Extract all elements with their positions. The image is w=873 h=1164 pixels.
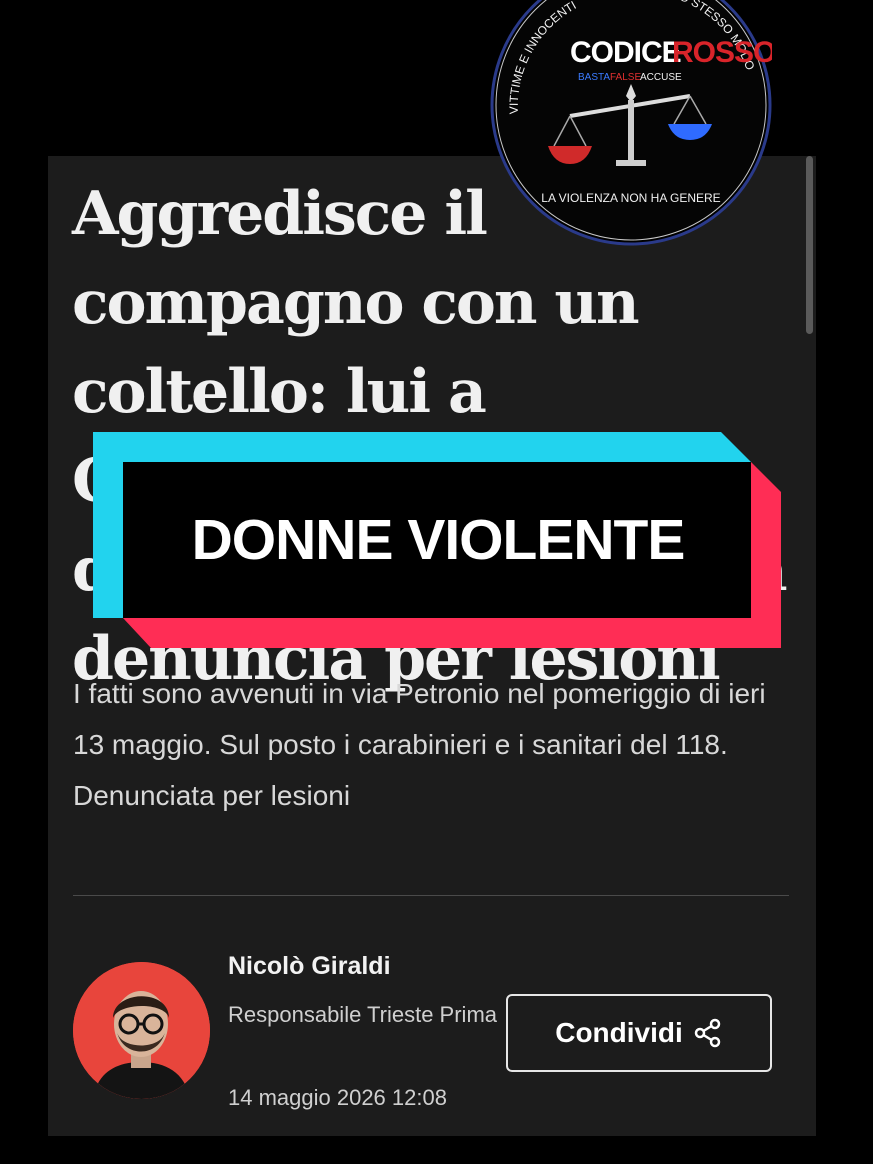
logo-motto: LA VIOLENZA NON HA GENERE (541, 191, 720, 205)
logo-title-white: CODICE (570, 36, 681, 69)
author-name[interactable]: Nicolò Giraldi (228, 952, 391, 981)
author-portrait-icon (73, 962, 210, 1099)
divider (73, 895, 789, 896)
share-button[interactable]: Condividi (506, 994, 772, 1072)
article-subtitle: I fatti sono avvenuti in via Petronio ne… (73, 678, 766, 811)
author-role: Responsabile Trieste Prima (228, 1002, 498, 1027)
codice-rosso-logo: VITTIME E INNOCENTI ALLO STESSO MODO COD… (490, 0, 777, 246)
logo-title-red: ROSSO (672, 36, 772, 69)
share-label: Condividi (555, 1017, 683, 1048)
scrollbar[interactable] (806, 156, 813, 334)
logo-tagline-red: FALSE (610, 72, 641, 83)
overlay-banner: DONNE VIOLENTE (93, 432, 781, 648)
publish-date: 14 maggio 2026 12:08 (228, 1085, 447, 1110)
logo-emblem: VITTIME E INNOCENTI ALLO STESSO MODO COD… (490, 0, 777, 246)
banner-text: DONNE VIOLENTE (191, 508, 686, 572)
logo-tagline-white: ACCUSE (640, 72, 682, 83)
logo-tagline-blue: BASTA (578, 72, 610, 83)
share-icon (694, 1018, 721, 1048)
author-avatar[interactable] (73, 962, 210, 1099)
